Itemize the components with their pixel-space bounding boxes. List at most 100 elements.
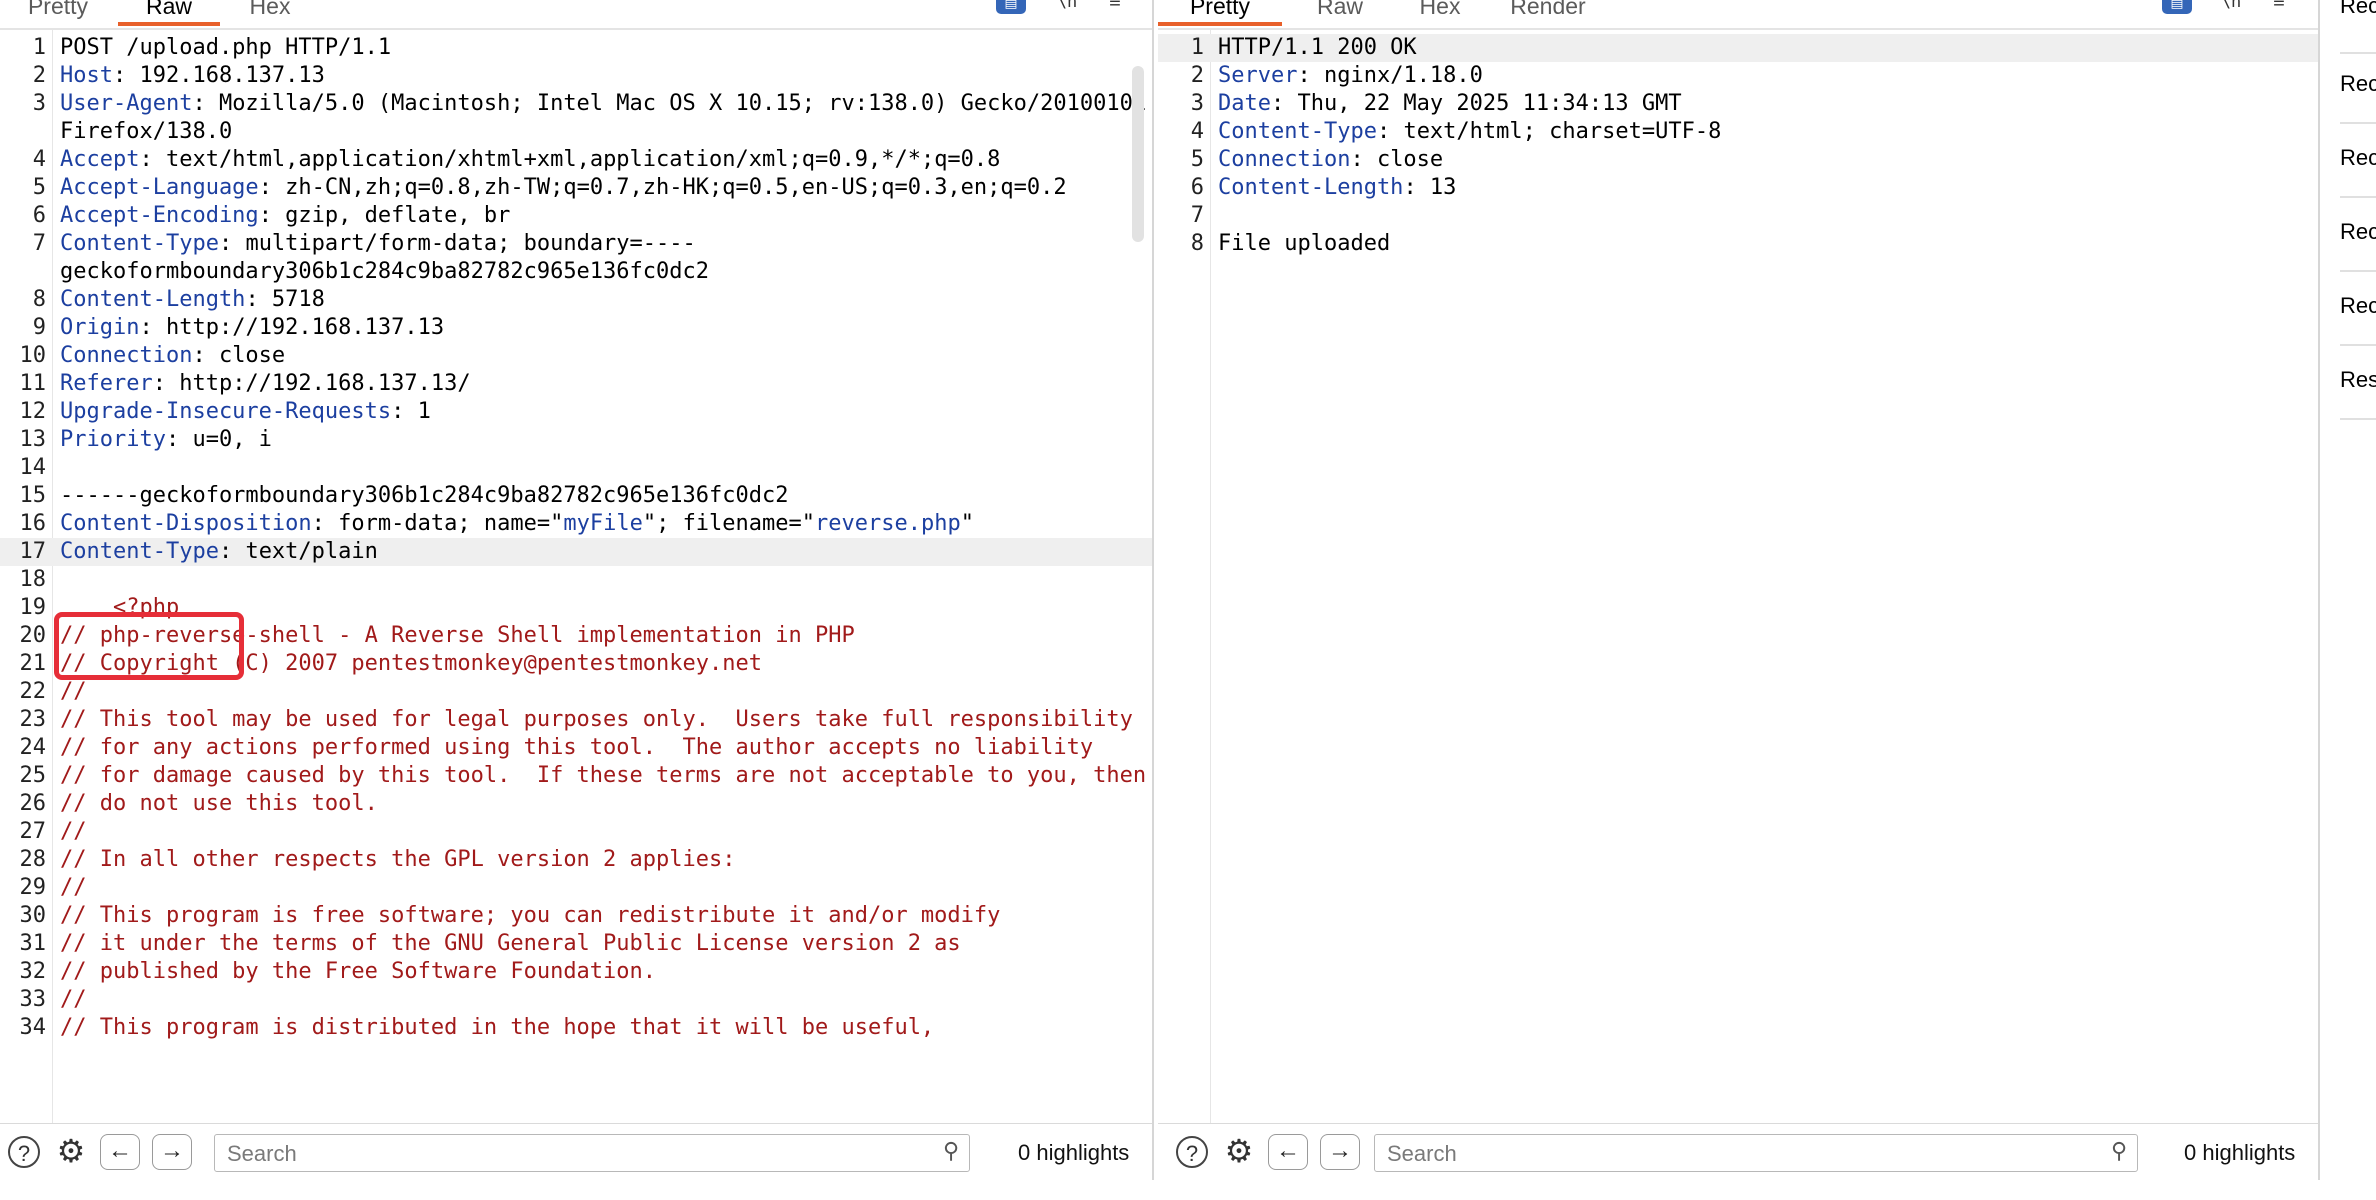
code-line: 6 Accept-Encoding: gzip, deflate, br — [0, 202, 1152, 230]
code-line: 7 Content-Type: multipart/form-data; boun… — [0, 230, 1152, 286]
line-number: 4 — [32, 147, 46, 172]
line-number: 15 — [19, 483, 47, 508]
code-line: 34 // This program is distributed in the … — [0, 1014, 1152, 1042]
code-token: : text/html,application/xhtml+xml,applic… — [139, 147, 1001, 172]
code-line: 6 Content-Length: 13 — [1158, 174, 2318, 202]
code-token: : Mozilla/5.0 (Macintosh; Intel Mac OS X… — [60, 91, 1147, 144]
tab-pretty[interactable]: Pretty — [1158, 0, 1282, 26]
line-number: 1 — [32, 35, 46, 60]
gear-icon[interactable]: ⚙ — [1222, 1134, 1256, 1168]
header-key: Connection — [60, 343, 193, 368]
line-number: 5 — [1190, 147, 1204, 172]
code-line: 22 // — [0, 678, 1152, 706]
tab-hex[interactable]: Hex — [1402, 0, 1478, 24]
line-number: 29 — [19, 875, 47, 900]
code-line: 25 // for damage caused by this tool. If … — [0, 762, 1152, 790]
response-editor[interactable]: 1 HTTP/1.1 200 OK 2 Server: nginx/1.18.0 3 Da… — [1158, 30, 2318, 1124]
help-icon[interactable]: ? — [1176, 1136, 1208, 1168]
inline-view-icon[interactable]: ▤ — [2162, 0, 2192, 14]
line-number: 26 — [19, 791, 47, 816]
code-line: 15 ------geckoformboundary306b1c284c9ba82… — [0, 482, 1152, 510]
code-line: 16 Content-Disposition: form-data; name="… — [0, 510, 1152, 538]
line-wrap-icon[interactable]: \n — [1052, 0, 1082, 14]
request-search-bar: ? ⚙ ← → ⚲ 0 highlights — [0, 1123, 1152, 1180]
code-line: 23 // This tool may be used for legal pur… — [0, 706, 1152, 734]
code-text: // — [46, 874, 87, 902]
code-line: 13 Priority: u=0, i — [0, 426, 1152, 454]
line-number: 8 — [32, 287, 46, 312]
response-search-bar: ? ⚙ ← → ⚲ 0 highlights — [1158, 1123, 2318, 1180]
gear-icon[interactable]: ⚙ — [54, 1134, 88, 1168]
line-wrap-icon[interactable]: \n — [2216, 0, 2246, 14]
code-text: Accept: text/html,application/xhtml+xml,… — [46, 146, 1000, 174]
line-number: 3 — [32, 91, 46, 116]
sidebar-item[interactable]: Rec — [2340, 294, 2376, 346]
code-line: 12 Upgrade-Insecure-Requests: 1 — [0, 398, 1152, 426]
code-text: // This program is free software; you ca… — [46, 902, 1000, 930]
code-text: // — [46, 678, 87, 706]
code-token: : u=0, i — [165, 427, 272, 452]
line-number: 6 — [1190, 175, 1204, 200]
line-number: 3 — [1190, 91, 1204, 116]
request-highlight-count: 0 highlights — [1018, 1140, 1130, 1165]
response-search-field[interactable]: ⚲ — [1374, 1134, 2138, 1172]
sidebar-item[interactable]: Rec — [2340, 146, 2376, 198]
line-number: 11 — [19, 371, 47, 396]
line-number: 2 — [32, 63, 46, 88]
sidebar-item[interactable]: Rec — [2340, 220, 2376, 272]
line-number: 33 — [19, 987, 47, 1012]
header-key: Accept-Encoding — [60, 203, 259, 228]
code-token: HTTP/1.1 200 OK — [1218, 35, 1417, 60]
code-text: Server: nginx/1.18.0 — [1204, 62, 1483, 90]
tab-raw[interactable]: Raw — [1302, 0, 1378, 24]
code-token: // — [60, 679, 87, 704]
code-line: 3 User-Agent: Mozilla/5.0 (Macintosh; Int… — [0, 90, 1152, 146]
line-number: 1 — [1190, 35, 1204, 60]
code-line: 27 // — [0, 818, 1152, 846]
request-editor[interactable]: 1 POST /upload.php HTTP/1.1 2 Host: 192.168… — [0, 30, 1152, 1124]
inline-view-icon[interactable]: ▤ — [996, 0, 1026, 14]
previous-button[interactable]: ← — [1268, 1134, 1308, 1170]
tab-pretty[interactable]: Pretty — [20, 0, 96, 24]
sidebar-item[interactable]: Res — [2340, 368, 2376, 420]
header-key: Priority — [60, 427, 166, 452]
previous-button[interactable]: ← — [100, 1134, 140, 1170]
response-search-input[interactable] — [1385, 1139, 1999, 1169]
next-button[interactable]: → — [152, 1134, 192, 1170]
help-icon[interactable]: ? — [8, 1136, 40, 1168]
sidebar-item[interactable]: Rec — [2340, 72, 2376, 124]
code-text: HTTP/1.1 200 OK — [1204, 34, 1417, 62]
code-token: // This program is distributed in the ho… — [60, 1015, 935, 1040]
line-number: 6 — [32, 203, 46, 228]
request-tab-bar: Pretty Raw Hex ▤ \n ≡ — [0, 0, 1152, 30]
sidebar-item[interactable]: Rec — [2340, 0, 2376, 54]
header-key: Content-Disposition — [60, 511, 312, 536]
header-key: Content-Type — [1218, 119, 1377, 144]
header-key: User-Agent — [60, 91, 193, 116]
header-key: Origin — [60, 315, 140, 340]
line-number: 18 — [19, 567, 47, 592]
request-search-input[interactable] — [225, 1139, 833, 1169]
tab-hex[interactable]: Hex — [232, 0, 308, 24]
request-search-field[interactable]: ⚲ — [214, 1134, 970, 1172]
line-number: 23 — [19, 707, 47, 732]
code-text: Content-Type: text/html; charset=UTF-8 — [1204, 118, 1721, 146]
code-token: : http://192.168.137.13 — [139, 315, 445, 340]
line-number: 10 — [19, 343, 47, 368]
request-scrollbar[interactable] — [1132, 66, 1144, 242]
next-button[interactable]: → — [1320, 1134, 1360, 1170]
tab-render[interactable]: Render — [1498, 0, 1598, 24]
header-key: Upgrade-Insecure-Requests — [60, 399, 392, 424]
code-line: 18 — [0, 566, 1152, 594]
menu-icon[interactable]: ≡ — [1100, 0, 1130, 14]
header-key: Content-Length — [1218, 175, 1404, 200]
code-text: // do not use this tool. — [46, 790, 378, 818]
code-token: : 13 — [1403, 175, 1457, 200]
header-key: Content-Type — [60, 231, 219, 256]
menu-icon[interactable]: ≡ — [2264, 0, 2294, 14]
code-line: 4 Content-Type: text/html; charset=UTF-8 — [1158, 118, 2318, 146]
line-number: 5 — [32, 175, 46, 200]
tab-raw[interactable]: Raw — [118, 0, 220, 26]
